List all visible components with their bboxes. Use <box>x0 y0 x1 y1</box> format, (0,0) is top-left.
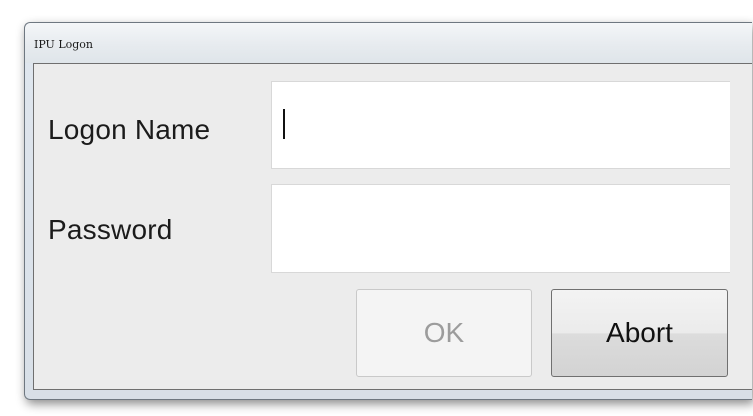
window-title: IPU Logon <box>34 38 93 51</box>
ipu-logon-dialog: IPU Logon Logon Name Password OK Abort <box>24 22 752 400</box>
password-label: Password <box>48 214 173 245</box>
dialog-body: Logon Name Password OK Abort <box>33 63 752 390</box>
abort-button[interactable]: Abort <box>551 289 728 377</box>
text-caret <box>283 109 285 139</box>
ok-button[interactable]: OK <box>356 289 532 377</box>
title-bar[interactable]: IPU Logon <box>25 23 752 63</box>
ok-button-label: OK <box>423 317 465 348</box>
password-field[interactable] <box>271 184 730 273</box>
abort-button-label: Abort <box>606 317 673 348</box>
logon-name-field[interactable] <box>271 81 730 169</box>
logon-name-label: Logon Name <box>48 114 211 145</box>
